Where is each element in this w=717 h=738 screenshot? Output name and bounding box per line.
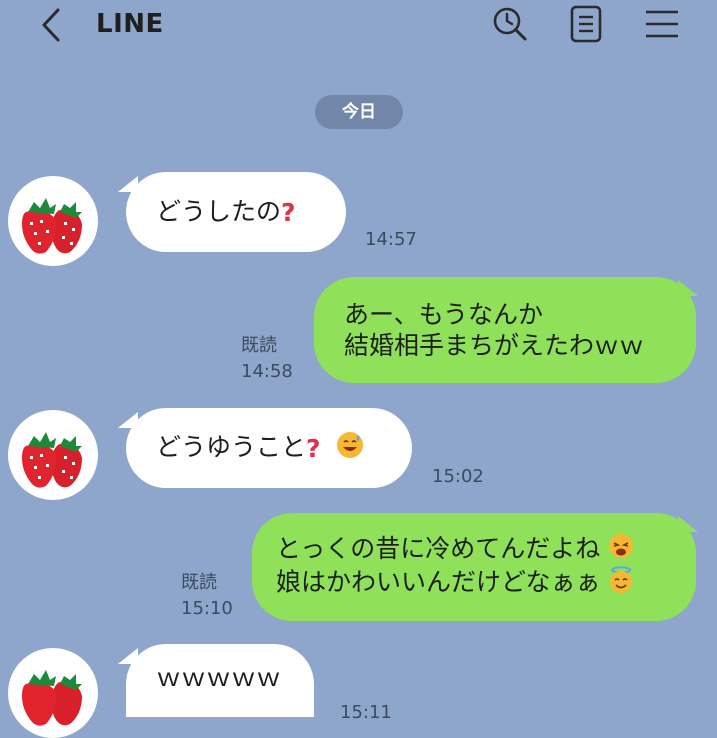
message-line: 結婚相手まちがえたわｗｗ [344, 331, 645, 360]
search-icon[interactable] [490, 4, 530, 44]
chat-title: LINE [96, 9, 164, 39]
message-line: とっくの昔に冷めてんだよね [276, 533, 601, 563]
avatar[interactable] [8, 410, 98, 500]
menu-icon[interactable] [642, 4, 682, 44]
message-bubble-outgoing[interactable]: あー、もうなんか 結婚相手まちがえたわｗｗ [314, 277, 696, 383]
message-text: どうしたの [156, 196, 282, 226]
strawberry-icon [22, 198, 82, 254]
message-time: 15:11 [340, 702, 392, 723]
back-icon[interactable] [36, 6, 70, 44]
chat-header: LINE [0, 0, 717, 52]
message-time: 15:10 [181, 598, 233, 619]
message-bubble-incoming[interactable]: どうしたの? [126, 172, 346, 252]
message-bubble-incoming[interactable]: どうゆうこと? [126, 408, 412, 488]
date-separator: 今日 [315, 95, 403, 129]
message-text: どうゆうこと [156, 432, 307, 461]
read-label: 既読 [181, 572, 217, 593]
sweat-smile-icon [336, 431, 364, 466]
avatar[interactable] [8, 648, 98, 738]
message-text: ｗｗｗｗｗ [156, 663, 282, 692]
avatar[interactable] [8, 176, 98, 266]
question-mark-icon: ? [281, 198, 296, 228]
tired-face-icon [608, 533, 634, 566]
note-icon[interactable] [566, 4, 606, 44]
message-time: 14:58 [241, 361, 293, 382]
read-label: 既読 [241, 335, 277, 356]
message-bubble-incoming[interactable]: ｗｗｗｗｗ [126, 644, 314, 717]
read-receipt: 既読 15:10 [181, 570, 233, 622]
strawberry-icon [22, 432, 82, 488]
message-time: 15:02 [432, 466, 484, 487]
message-time: 14:57 [365, 229, 417, 250]
read-receipt: 既読 14:58 [241, 333, 293, 385]
question-mark-icon: ? [306, 433, 321, 463]
message-bubble-outgoing[interactable]: とっくの昔に冷めてんだよね 娘はかわいいんだけどなぁぁ [252, 513, 696, 621]
message-line: 娘はかわいいんだけどなぁぁ [276, 567, 601, 597]
halo-face-icon [608, 566, 634, 601]
message-line: あー、もうなんか [344, 300, 544, 329]
strawberry-icon [22, 670, 82, 726]
